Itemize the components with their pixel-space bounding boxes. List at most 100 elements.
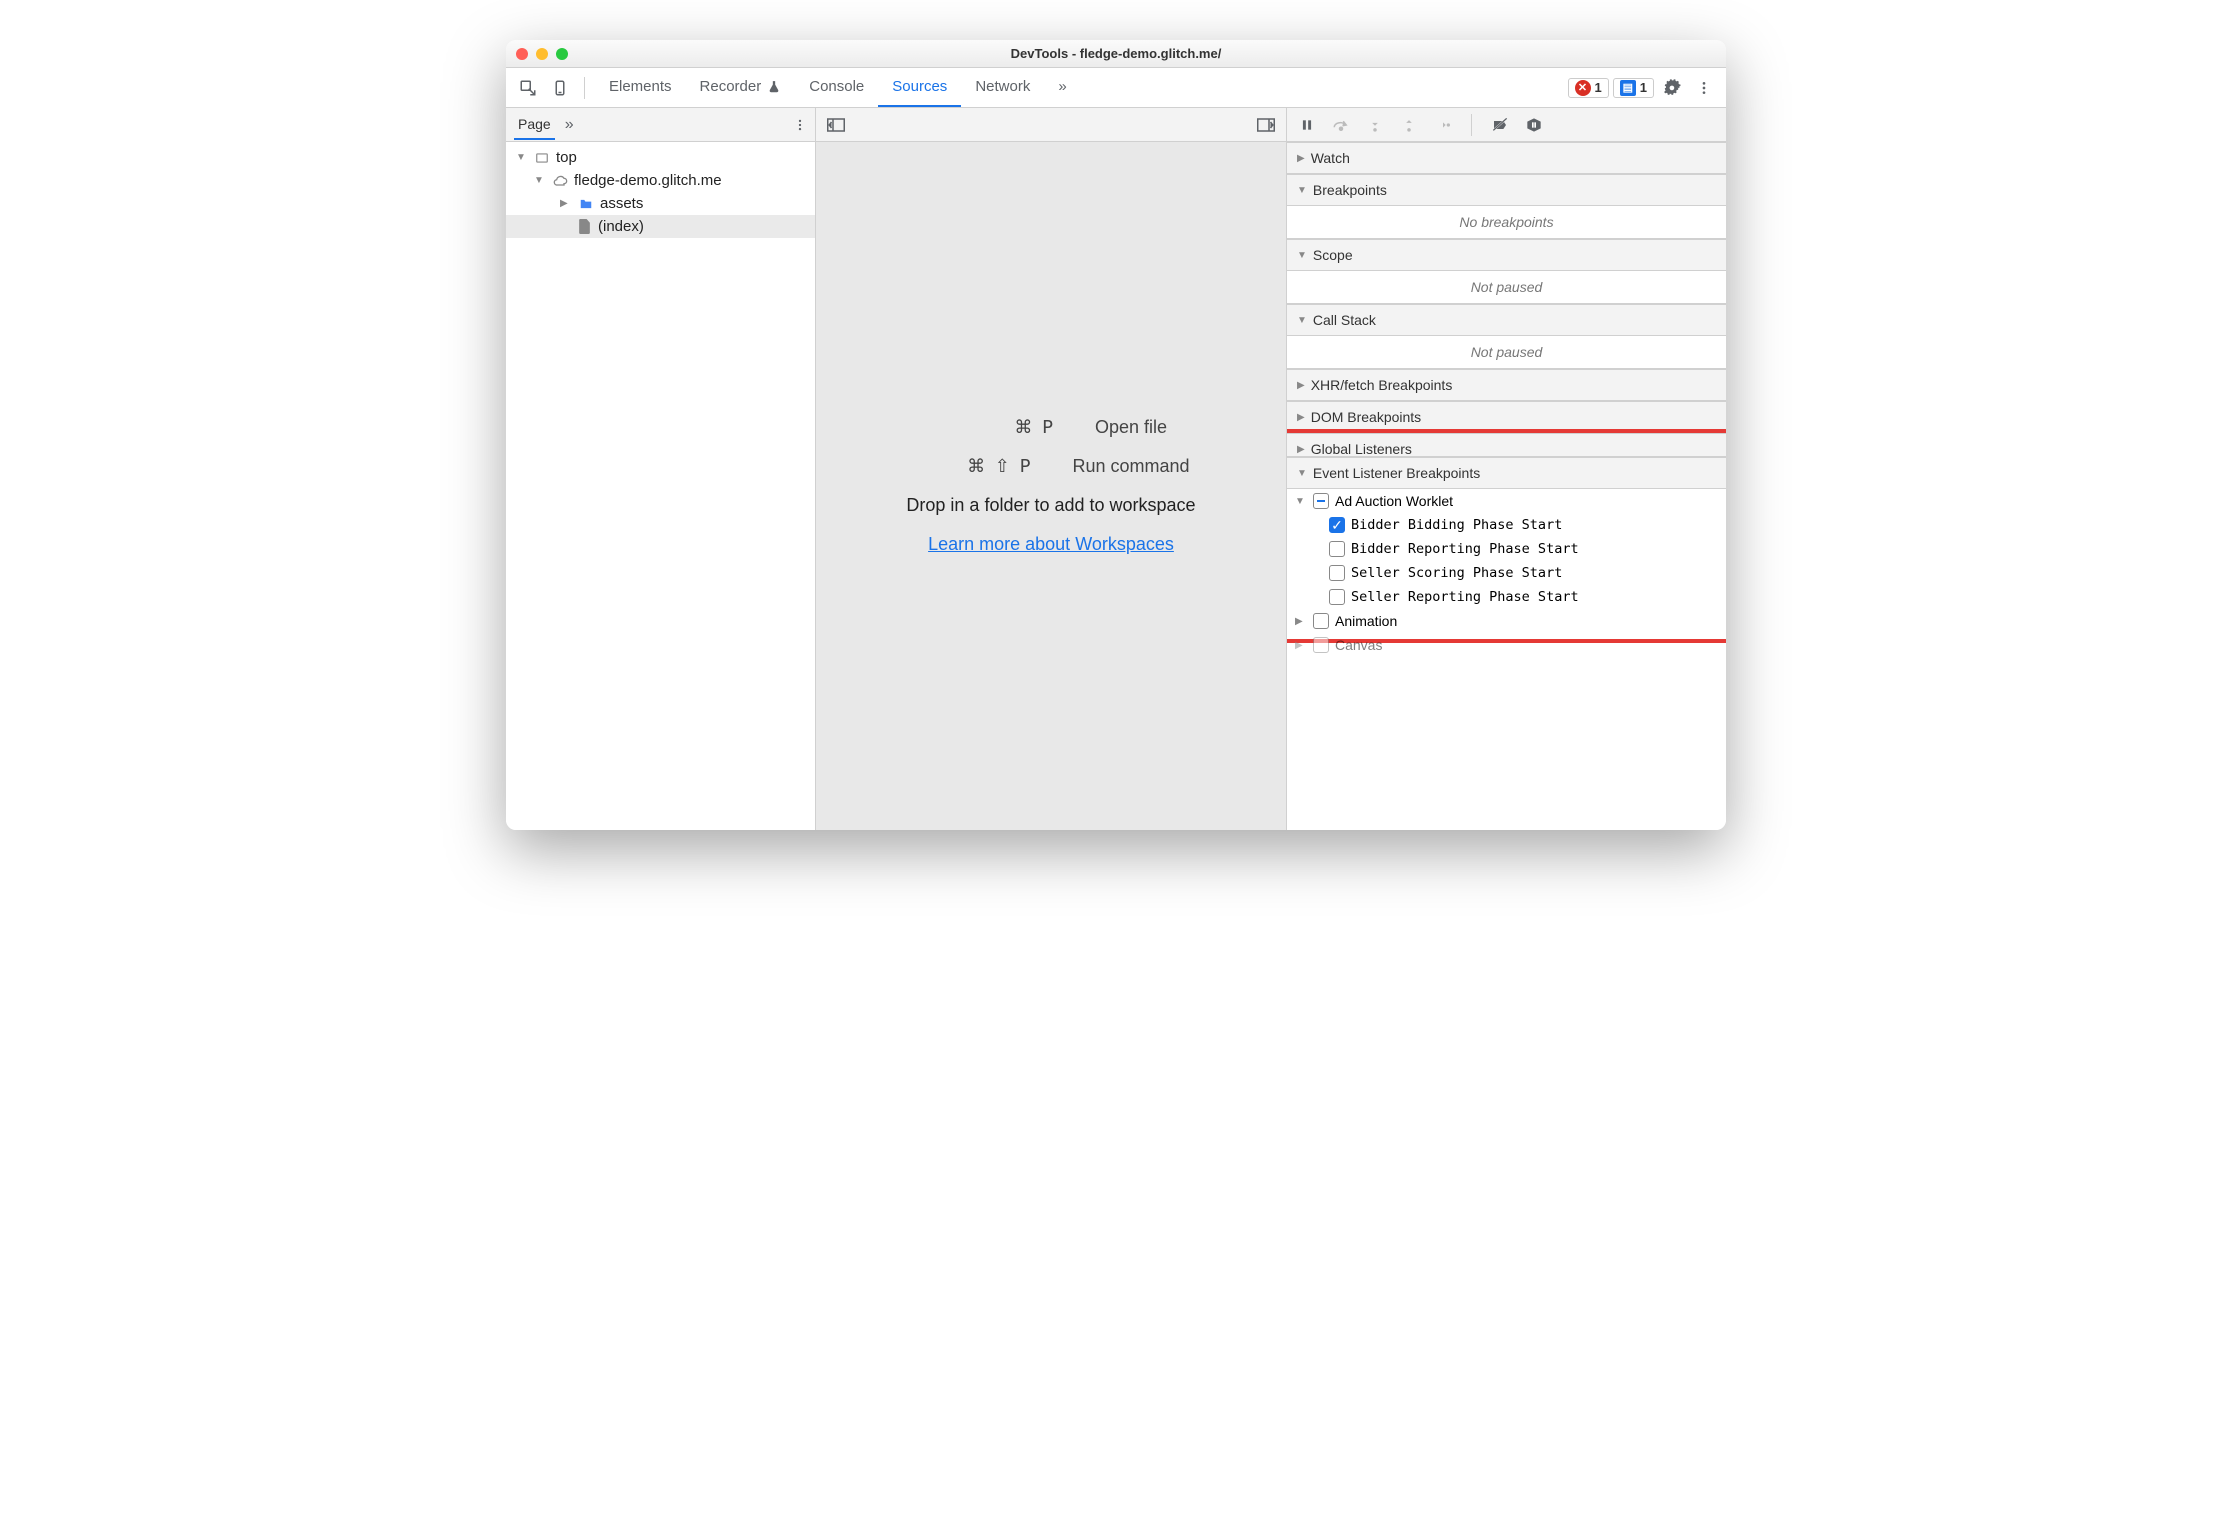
step-button[interactable] [1431, 119, 1455, 131]
tree-item-top[interactable]: ▼ top [506, 146, 815, 169]
tab-label: Console [809, 78, 864, 95]
frame-icon [534, 150, 550, 166]
chevron-down-icon: ▼ [1297, 468, 1307, 479]
category-canvas[interactable]: ▶ Canvas [1287, 633, 1726, 657]
debugger-panel: ▶ Watch ▼ Breakpoints No breakpoints ▼ S… [1286, 108, 1726, 830]
section-title: Watch [1311, 150, 1350, 166]
settings-button[interactable] [1658, 74, 1686, 102]
step-into-button[interactable] [1363, 117, 1387, 133]
event-bidder-bidding-start[interactable]: ✓ Bidder Bidding Phase Start [1287, 513, 1726, 537]
tree-label: (index) [598, 218, 644, 235]
section-dom-breakpoints[interactable]: ▶ DOM Breakpoints [1287, 401, 1726, 433]
event-seller-scoring-start[interactable]: Seller Scoring Phase Start [1287, 561, 1726, 585]
learn-workspaces-link[interactable]: Learn more about Workspaces [928, 534, 1174, 555]
tab-sources[interactable]: Sources [878, 68, 961, 107]
tab-network[interactable]: Network [961, 68, 1044, 107]
navigator-menu[interactable] [793, 118, 807, 132]
editor-header [816, 108, 1286, 142]
category-animation[interactable]: ▶ Animation [1287, 609, 1726, 633]
cloud-icon [552, 173, 568, 189]
chevron-right-icon: ▶ [1295, 616, 1307, 627]
checkbox[interactable] [1329, 541, 1345, 557]
checkbox-checked[interactable]: ✓ [1329, 517, 1345, 533]
section-event-listener-breakpoints[interactable]: ▼ Event Listener Breakpoints [1287, 457, 1726, 489]
chevron-right-icon: ▶ [1297, 153, 1305, 164]
folder-icon [578, 196, 594, 212]
chevron-right-icon: ▶ [1297, 412, 1305, 423]
customize-button[interactable] [1690, 74, 1718, 102]
chevron-down-icon: ▼ [516, 152, 528, 163]
category-ad-auction-worklet[interactable]: ▼ Ad Auction Worklet [1287, 489, 1726, 513]
tree-item-index[interactable]: (index) [506, 215, 815, 238]
section-xhr-breakpoints[interactable]: ▶ XHR/fetch Breakpoints [1287, 369, 1726, 401]
shortcut-label: Run command [1072, 456, 1189, 477]
category-label: Ad Auction Worklet [1335, 493, 1453, 509]
editor-empty-state: ⌘ P Open file ⌘ ⇧ P Run command Drop in … [816, 142, 1286, 830]
pause-on-exceptions-button[interactable] [1522, 117, 1546, 133]
main-toolbar: Elements Recorder Console Sources Networ… [506, 68, 1726, 108]
pause-button[interactable] [1295, 118, 1319, 132]
devtools-window: DevTools - fledge-demo.glitch.me/ Elemen… [506, 40, 1726, 830]
section-title: XHR/fetch Breakpoints [1311, 377, 1453, 393]
device-toggle-button[interactable] [546, 74, 574, 102]
message-badge[interactable]: ▤ 1 [1613, 78, 1654, 98]
event-label: Seller Scoring Phase Start [1351, 565, 1562, 581]
tab-recorder[interactable]: Recorder [686, 68, 796, 107]
section-title: Scope [1313, 247, 1353, 263]
event-bidder-reporting-start[interactable]: Bidder Reporting Phase Start [1287, 537, 1726, 561]
section-title: Breakpoints [1313, 182, 1387, 198]
checkbox[interactable] [1329, 589, 1345, 605]
step-over-button[interactable] [1329, 118, 1353, 132]
navigator-tab-page[interactable]: Page [514, 110, 555, 140]
callstack-empty: Not paused [1287, 336, 1726, 369]
chevron-right-icon: ▶ [1297, 380, 1305, 391]
message-count: 1 [1640, 80, 1647, 95]
inspect-element-button[interactable] [514, 74, 542, 102]
step-out-button[interactable] [1397, 117, 1421, 133]
hide-debugger-button[interactable] [1254, 113, 1278, 137]
editor-panel: ⌘ P Open file ⌘ ⇧ P Run command Drop in … [816, 108, 1286, 830]
chevron-down-icon: ▼ [1295, 496, 1307, 507]
tree-label: top [556, 149, 577, 166]
navigator-panel: Page » ▼ top ▼ fledge-demo.glitch.me [506, 108, 816, 830]
drop-hint: Drop in a folder to add to workspace [906, 495, 1195, 516]
shortcut-run-command: ⌘ ⇧ P Run command [912, 456, 1189, 477]
tabs-overflow[interactable]: » [1044, 68, 1080, 107]
event-seller-reporting-start[interactable]: Seller Reporting Phase Start [1287, 585, 1726, 609]
tab-console[interactable]: Console [795, 68, 878, 107]
titlebar: DevTools - fledge-demo.glitch.me/ [506, 40, 1726, 68]
main-tabs: Elements Recorder Console Sources Networ… [595, 68, 1081, 107]
error-count: 1 [1595, 80, 1602, 95]
section-global-listeners[interactable]: ▶ Global Listeners [1287, 433, 1726, 457]
section-callstack[interactable]: ▼ Call Stack [1287, 304, 1726, 336]
hide-navigator-button[interactable] [824, 113, 848, 137]
tab-label: Network [975, 78, 1030, 95]
error-badge[interactable]: ✕ 1 [1568, 78, 1609, 98]
tab-elements[interactable]: Elements [595, 68, 686, 107]
checkbox[interactable] [1313, 613, 1329, 629]
category-label: Animation [1335, 613, 1397, 629]
chevron-right-icon: ▶ [1297, 444, 1305, 455]
chevron-down-icon: ▼ [1297, 315, 1307, 326]
tree-item-assets[interactable]: ▶ assets [506, 192, 815, 215]
shortcut-keys: ⌘ ⇧ P [912, 456, 1032, 477]
navigator-tabs-overflow[interactable]: » [565, 116, 574, 134]
section-title: Event Listener Breakpoints [1313, 465, 1480, 481]
debugger-toolbar [1287, 108, 1726, 142]
section-watch[interactable]: ▶ Watch [1287, 142, 1726, 174]
tab-label: Recorder [700, 78, 762, 95]
tree-label: assets [600, 195, 643, 212]
section-breakpoints[interactable]: ▼ Breakpoints [1287, 174, 1726, 206]
chevron-down-icon: ▼ [1297, 185, 1307, 196]
checkbox[interactable] [1313, 637, 1329, 653]
message-icon: ▤ [1620, 80, 1636, 96]
navigator-header: Page » [506, 108, 815, 142]
shortcut-label: Open file [1095, 417, 1167, 438]
checkbox[interactable] [1329, 565, 1345, 581]
deactivate-breakpoints-button[interactable] [1488, 117, 1512, 133]
tree-item-origin[interactable]: ▼ fledge-demo.glitch.me [506, 169, 815, 192]
section-title: Global Listeners [1311, 441, 1412, 457]
checkbox-indeterminate[interactable] [1313, 493, 1329, 509]
section-scope[interactable]: ▼ Scope [1287, 239, 1726, 271]
section-title: DOM Breakpoints [1311, 409, 1421, 425]
